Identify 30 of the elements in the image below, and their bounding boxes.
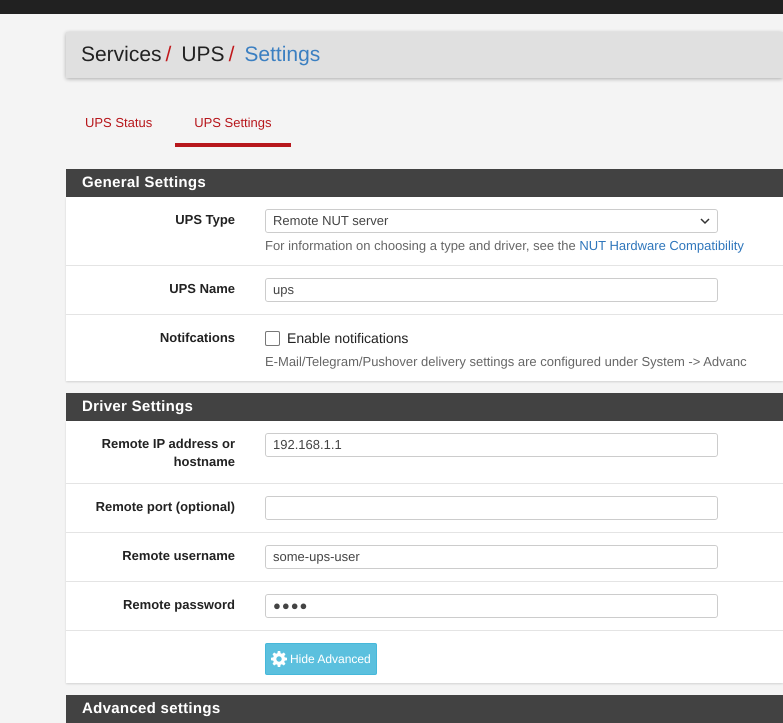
breadcrumb-separator: /	[166, 43, 172, 67]
breadcrumb-separator: /	[228, 43, 234, 67]
field-label: UPS Type	[175, 212, 235, 227]
help-text: For information on choosing a type and driver, see the NUT Hardware Compatibility	[265, 238, 745, 253]
checkbox[interactable]	[265, 330, 280, 346]
breadcrumb-item: Settings	[244, 43, 320, 67]
input-field[interactable]: ups	[265, 278, 718, 302]
breadcrumb-item[interactable]: Services	[81, 43, 162, 67]
section-header: Advanced settings	[66, 695, 783, 723]
field-label: Notifcations	[160, 330, 235, 345]
section-header: General Settings	[66, 169, 783, 197]
field-label: Remote password	[123, 597, 235, 612]
breadcrumb-item[interactable]: UPS	[181, 43, 225, 67]
field-label: Remote username	[122, 548, 235, 563]
input-field[interactable]: 192.168.1.1	[265, 433, 718, 457]
password-field[interactable]: ●●●●	[265, 594, 718, 618]
field-label: Remote IP address or hostname	[102, 436, 235, 469]
compatibility-link[interactable]: NUT Hardware Compatibility	[579, 238, 744, 253]
gear-icon	[271, 651, 287, 667]
section-header: Driver Settings	[66, 393, 783, 421]
input-field[interactable]	[265, 496, 718, 520]
field-label: Remote port (optional)	[96, 499, 235, 514]
dropdown-field[interactable]: Remote NUT server	[265, 209, 718, 233]
tab[interactable]: UPS Settings	[175, 78, 291, 147]
checkbox-label[interactable]: Enable notifications	[287, 330, 408, 346]
input-field[interactable]: some-ups-user	[265, 545, 718, 569]
help-text: E-Mail/Telegram/Pushover delivery settings are configured under System -> Advanc	[265, 354, 748, 369]
tab[interactable]: UPS Status	[66, 78, 172, 147]
chevron-icon	[700, 218, 710, 224]
field-label: UPS Name	[169, 281, 235, 296]
